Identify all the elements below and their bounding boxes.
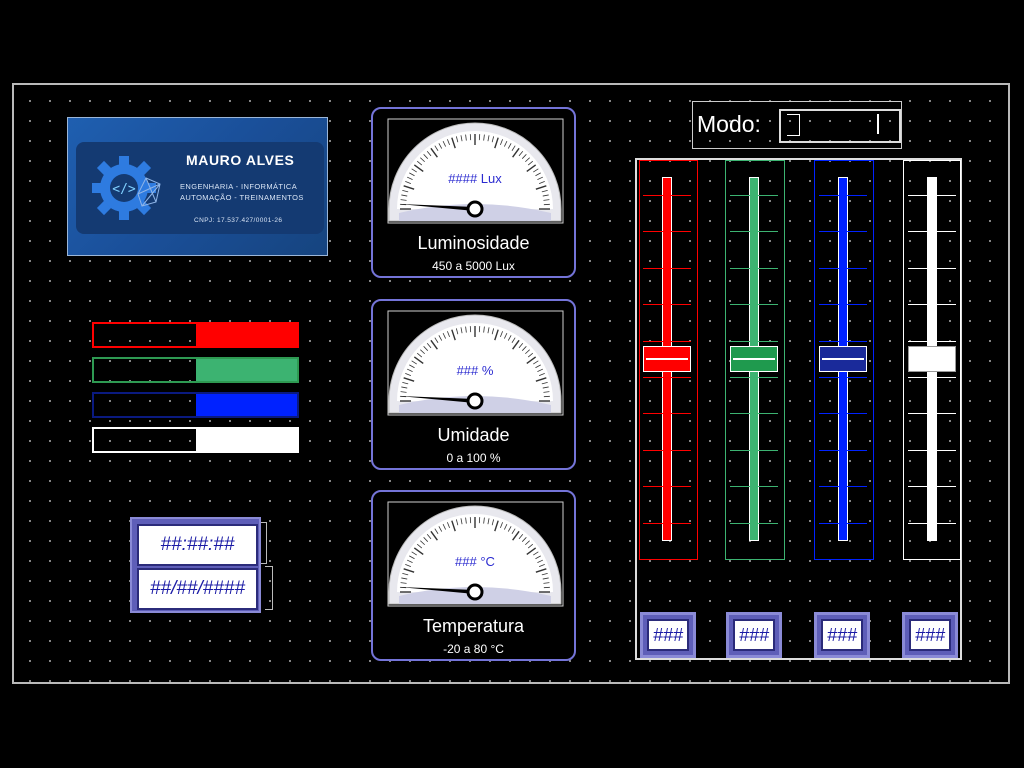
mode-selector-right-mark xyxy=(877,114,889,134)
gauge-luminosity-readout: #### Lux xyxy=(448,171,502,186)
color-bar-green-fill xyxy=(195,359,297,381)
gauge-luminosity-range: 450 a 5000 Lux xyxy=(432,259,515,273)
slider-white-tick xyxy=(908,231,956,233)
slider-red-tick xyxy=(643,486,691,488)
slider-red-tick xyxy=(643,413,691,415)
time-display: ##:##:## xyxy=(137,524,258,566)
date-display: ##/##/#### xyxy=(137,568,258,610)
slider-green-tick xyxy=(730,377,778,378)
slider-green-value-text: ### xyxy=(733,619,775,651)
slider-red-tick xyxy=(643,522,691,524)
company-logo-card: </> MAURO ALVES ENGENHARIA - INFORMÁTICA… xyxy=(67,117,328,256)
slider-red-tick xyxy=(643,195,691,196)
gauge-temperature-readout: ### °C xyxy=(455,554,495,569)
slider-white-value[interactable]: ### xyxy=(902,612,958,658)
slider-red-tick xyxy=(643,231,691,233)
mode-panel: Modo: xyxy=(692,101,902,149)
svg-text:</>: </> xyxy=(112,182,136,197)
logo-line-3: CNPJ: 17.537.427/0001-26 xyxy=(194,217,283,224)
slider-blue-value[interactable]: ### xyxy=(814,612,870,658)
gauge-luminosity-hub xyxy=(466,200,484,218)
gauge-humidity-dial: ### % xyxy=(387,310,564,416)
gauge-temperature: ### °C Temperatura -20 a 80 °C xyxy=(371,490,576,661)
gear-code-icon: </> xyxy=(92,156,161,220)
slider-blue-tick xyxy=(819,522,867,524)
gauge-temperature-hub xyxy=(466,583,484,601)
color-bar-white xyxy=(92,427,299,453)
gauge-luminosity-title: Luminosidade xyxy=(417,233,530,253)
datetime-panel: ##:##:## ##/##/#### xyxy=(130,517,261,613)
slider-green-tick xyxy=(730,304,778,306)
slider-blue-tick xyxy=(819,304,867,306)
gauge-temperature-dial: ### °C xyxy=(387,501,564,607)
slider-green-thumb[interactable] xyxy=(730,346,778,372)
slider-white-tick xyxy=(908,340,956,342)
time-frame-line xyxy=(261,522,267,564)
slider-green-tick xyxy=(730,522,778,524)
logo-line-1: ENGENHARIA - INFORMÁTICA xyxy=(180,182,298,191)
slider-green-tick xyxy=(730,486,778,488)
slider-green-tick xyxy=(730,267,778,269)
gauge-temperature-title: Temperatura xyxy=(422,616,525,636)
slider-white-value-text: ### xyxy=(909,619,951,651)
color-bar-red-fill xyxy=(195,324,297,346)
gauge-humidity: ### % Umidade 0 a 100 % xyxy=(371,299,576,470)
slider-blue-thumb[interactable] xyxy=(819,346,867,372)
slider-blue-tick xyxy=(819,449,867,451)
color-bar-green xyxy=(92,357,299,383)
mode-label: Modo: xyxy=(697,111,761,137)
slider-red-tick xyxy=(643,377,691,378)
gauge-luminosity-dial: #### Lux xyxy=(387,118,564,224)
gauge-temperature-range: -20 a 80 °C xyxy=(443,642,504,656)
slider-red-tick xyxy=(643,304,691,306)
slider-white-tick xyxy=(908,413,956,415)
mode-selector-left-mark xyxy=(787,114,800,136)
rgbw-slider-group: ### ### ### ### xyxy=(635,158,962,660)
slider-blue-tick xyxy=(819,413,867,415)
slider-red-tick xyxy=(643,340,691,342)
gauge-humidity-readout: ### % xyxy=(457,363,494,378)
slider-blue-tick xyxy=(819,195,867,196)
slider-blue-tick xyxy=(819,267,867,269)
slider-white-thumb[interactable] xyxy=(908,346,956,372)
slider-red-value-text: ### xyxy=(647,619,689,651)
color-bar-red xyxy=(92,322,299,348)
logo-title: MAURO ALVES xyxy=(186,152,295,168)
logo-panel: </> MAURO ALVES ENGENHARIA - INFORMÁTICA… xyxy=(76,142,324,234)
gauge-humidity-range: 0 a 100 % xyxy=(446,451,501,465)
gauge-humidity-title: Umidade xyxy=(437,425,510,445)
color-bar-white-fill xyxy=(195,429,297,451)
gauge-luminosity: #### Lux Luminosidade 450 a 5000 Lux xyxy=(371,107,576,278)
color-bar-blue xyxy=(92,392,299,418)
date-frame-line xyxy=(265,566,273,610)
slider-red-tick xyxy=(643,267,691,269)
logo-line-2: AUTOMAÇÃO - TREINAMENTOS xyxy=(180,193,304,202)
slider-green-tick xyxy=(730,413,778,415)
slider-green-tick xyxy=(730,449,778,451)
color-bar-blue-fill xyxy=(195,394,297,416)
slider-white-tick xyxy=(908,449,956,451)
slider-green-tick xyxy=(730,231,778,233)
slider-white-tick xyxy=(908,486,956,488)
gauge-humidity-hub xyxy=(466,392,484,410)
slider-red-tick xyxy=(643,449,691,451)
slider-white-tick xyxy=(908,195,956,196)
slider-white-tick xyxy=(908,377,956,378)
slider-white-tick xyxy=(908,267,956,269)
slider-blue-tick xyxy=(819,340,867,342)
slider-blue-tick xyxy=(819,231,867,233)
slider-green-value[interactable]: ### xyxy=(726,612,782,658)
slider-white-tick xyxy=(908,522,956,524)
slider-blue-tick xyxy=(819,486,867,488)
slider-blue-value-text: ### xyxy=(821,619,863,651)
slider-blue-tick xyxy=(819,377,867,378)
slider-red-value[interactable]: ### xyxy=(640,612,696,658)
slider-green-tick xyxy=(730,340,778,342)
slider-white-tick xyxy=(908,304,956,306)
slider-red-thumb[interactable] xyxy=(643,346,691,372)
slider-green-tick xyxy=(730,195,778,196)
mode-selector[interactable] xyxy=(779,109,901,143)
